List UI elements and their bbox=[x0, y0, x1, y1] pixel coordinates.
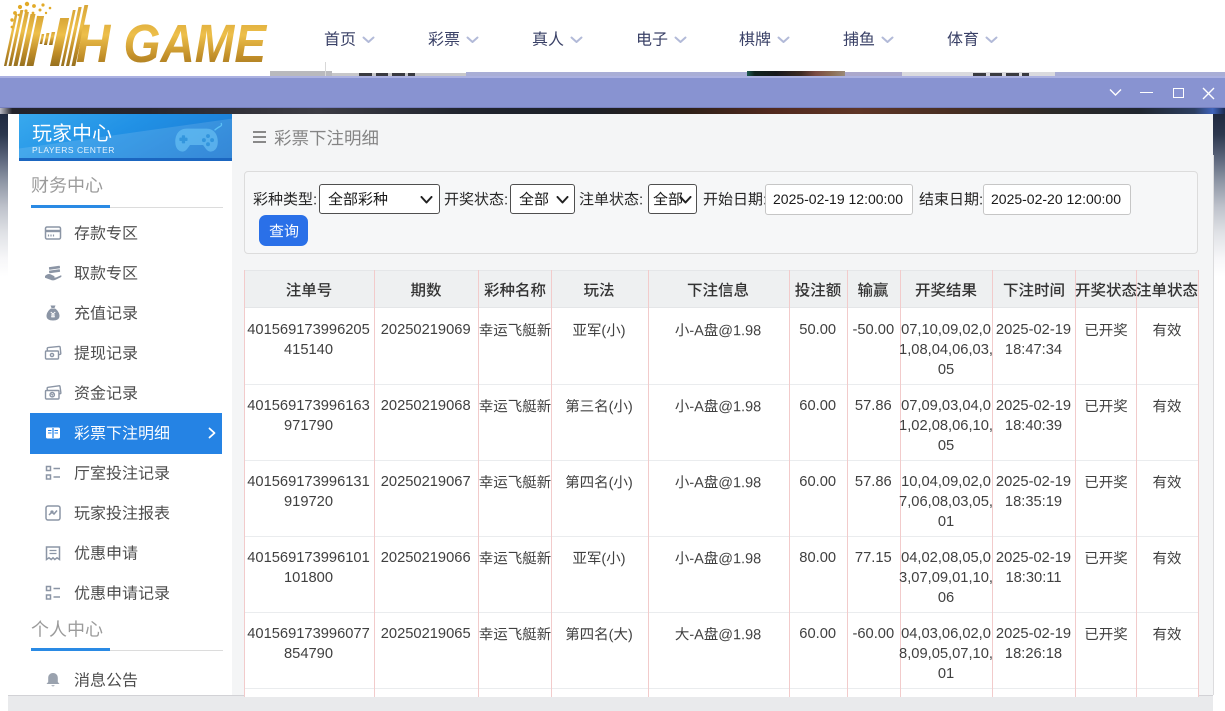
svg-text:H GAME: H GAME bbox=[76, 14, 268, 70]
